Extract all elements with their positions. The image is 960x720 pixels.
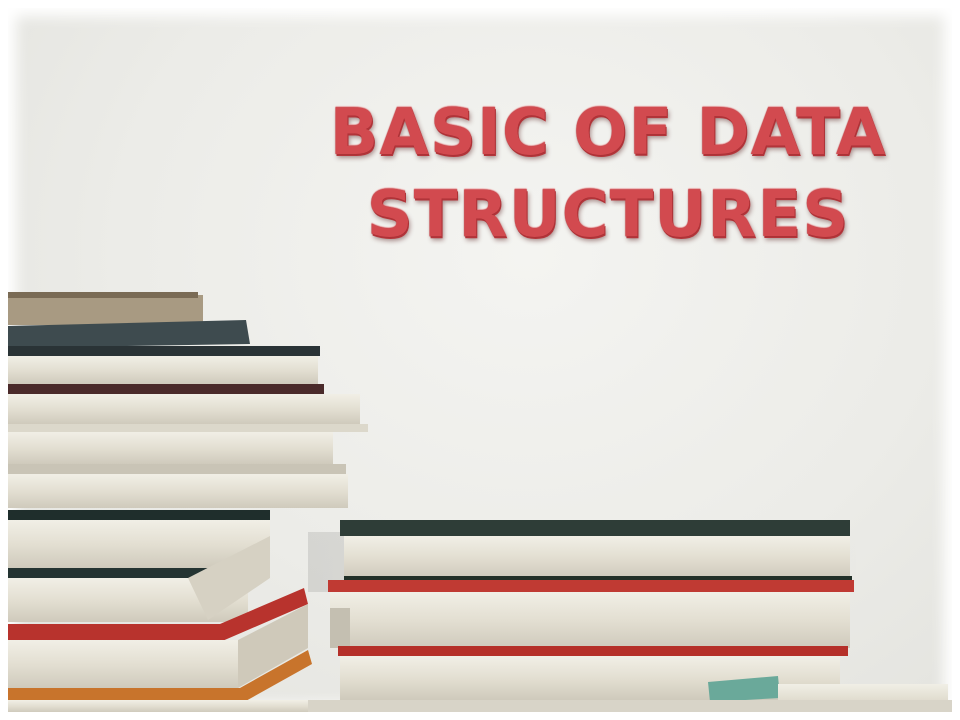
right-book-stack (308, 520, 952, 712)
left-book-stack (8, 292, 368, 712)
title-line-1: BASIC OF DATA (329, 96, 887, 170)
title-line-2: STRUCTURES (366, 178, 850, 252)
slide: BASIC OF DATA STRUCTURES (0, 0, 960, 720)
slide-title: BASIC OF DATA STRUCTURES (308, 92, 908, 256)
background-photo: BASIC OF DATA STRUCTURES (8, 8, 952, 712)
